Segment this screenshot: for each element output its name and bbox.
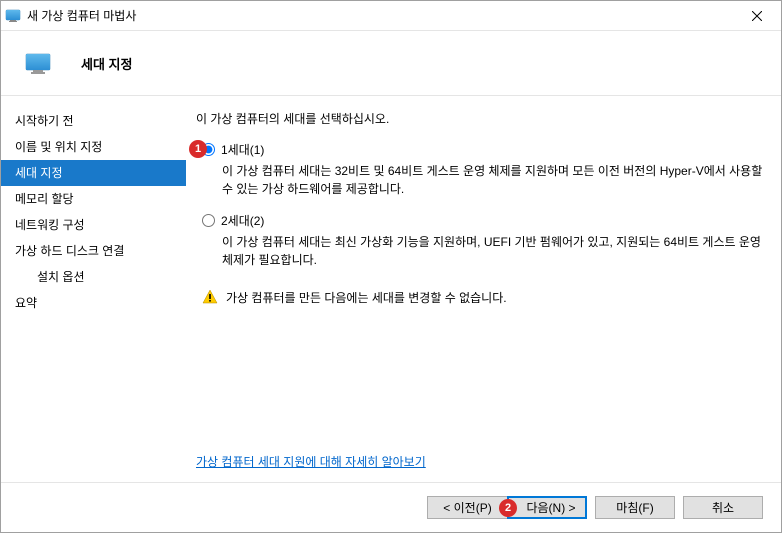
warning-text: 가상 컴퓨터를 만든 다음에는 세대를 변경할 수 없습니다. [226,289,507,306]
wizard-icon [25,52,51,74]
sidebar-item-before-begin[interactable]: 시작하기 전 [1,108,186,134]
cancel-button[interactable]: 취소 [683,496,763,519]
sidebar-item-vhd[interactable]: 가상 하드 디스크 연결 [1,238,186,264]
content-panel: 이 가상 컴퓨터의 세대를 선택하십시오. 1 1세대(1) 이 가상 컴퓨터 … [186,96,781,482]
prev-next-group: < 이전(P) 2 다음(N) > [427,496,587,519]
gen1-radio-row[interactable]: 1 1세대(1) [202,141,763,158]
gen1-label: 1세대(1) [221,141,264,158]
sidebar-item-name-location[interactable]: 이름 및 위치 지정 [1,134,186,160]
warning-icon [202,289,218,305]
generation-radio-group: 1 1세대(1) 이 가상 컴퓨터 세대는 32비트 및 64비트 게스트 운영… [196,141,763,283]
sidebar-item-memory[interactable]: 메모리 할당 [1,186,186,212]
learn-more-link[interactable]: 가상 컴퓨터 세대 지원에 대해 자세히 알아보기 [196,453,426,470]
wizard-body: 시작하기 전 이름 및 위치 지정 세대 지정 메모리 할당 네트워킹 구성 가… [1,96,781,482]
gen2-description: 이 가상 컴퓨터 세대는 최신 가상화 기능을 지원하며, UEFI 기반 펌웨… [222,233,763,269]
annotation-1: 1 [189,140,207,158]
sidebar: 시작하기 전 이름 및 위치 지정 세대 지정 메모리 할당 네트워킹 구성 가… [1,96,186,482]
warning-row: 가상 컴퓨터를 만든 다음에는 세대를 변경할 수 없습니다. [202,289,763,306]
page-title: 세대 지정 [81,54,132,73]
gen1-description: 이 가상 컴퓨터 세대는 32비트 및 64비트 게스트 운영 체제를 지원하며… [222,162,763,198]
close-button[interactable] [737,2,777,30]
close-icon [752,11,762,21]
next-button[interactable]: 2 다음(N) > [507,496,587,519]
app-icon [5,8,21,24]
annotation-2: 2 [499,499,517,517]
sidebar-item-summary[interactable]: 요약 [1,290,186,316]
sidebar-item-networking[interactable]: 네트워킹 구성 [1,212,186,238]
prev-button[interactable]: < 이전(P) [427,496,507,519]
finish-button[interactable]: 마침(F) [595,496,675,519]
titlebar: 새 가상 컴퓨터 마법사 [1,1,781,31]
gen2-radio-row[interactable]: 2세대(2) [202,212,763,229]
wizard-header: 세대 지정 [1,31,781,96]
wizard-footer: < 이전(P) 2 다음(N) > 마침(F) 취소 [1,482,781,532]
instruction-text: 이 가상 컴퓨터의 세대를 선택하십시오. [196,110,763,127]
gen2-label: 2세대(2) [221,212,264,229]
next-button-label: 다음(N) > [526,499,575,516]
sidebar-item-install-options[interactable]: 설치 옵션 [1,264,186,290]
window-title: 새 가상 컴퓨터 마법사 [27,7,737,24]
gen2-radio[interactable] [202,214,215,227]
sidebar-item-generation[interactable]: 세대 지정 [1,160,186,186]
